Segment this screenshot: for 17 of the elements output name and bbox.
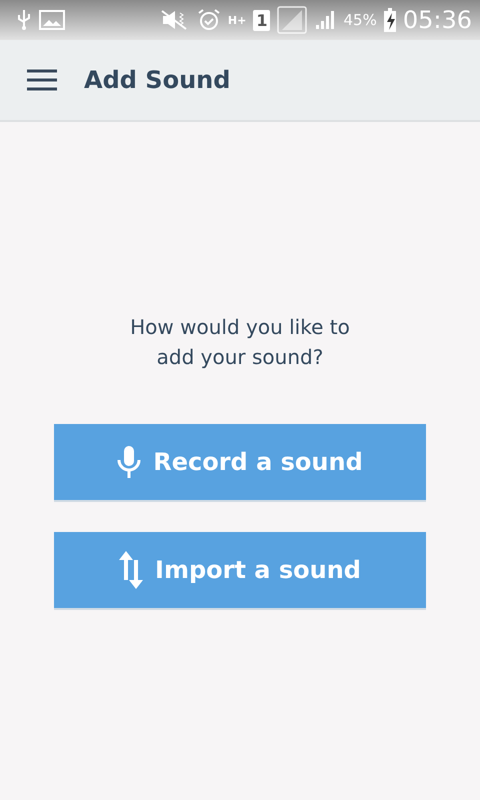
sim-slot-badge: 1 bbox=[253, 10, 270, 30]
signal-icon bbox=[277, 6, 308, 34]
signal-icon bbox=[314, 9, 336, 31]
network-type: H+ bbox=[228, 14, 246, 26]
prompt-text: How would you like to add your sound? bbox=[129, 314, 351, 371]
up-down-arrows-icon bbox=[119, 551, 144, 589]
record-button[interactable]: Record a sound bbox=[54, 424, 426, 502]
microphone-icon bbox=[117, 446, 142, 478]
screen-title: Add Sound bbox=[84, 66, 230, 94]
menu-icon[interactable] bbox=[26, 69, 58, 91]
import-button[interactable]: Import a sound bbox=[54, 532, 426, 610]
battery-charging-icon bbox=[384, 8, 396, 32]
clock: 05:36 bbox=[402, 6, 472, 34]
image-icon bbox=[39, 10, 65, 30]
battery-percentage: 45% bbox=[343, 11, 377, 29]
alarm-clock-icon bbox=[196, 8, 221, 32]
usb-icon bbox=[16, 9, 32, 31]
